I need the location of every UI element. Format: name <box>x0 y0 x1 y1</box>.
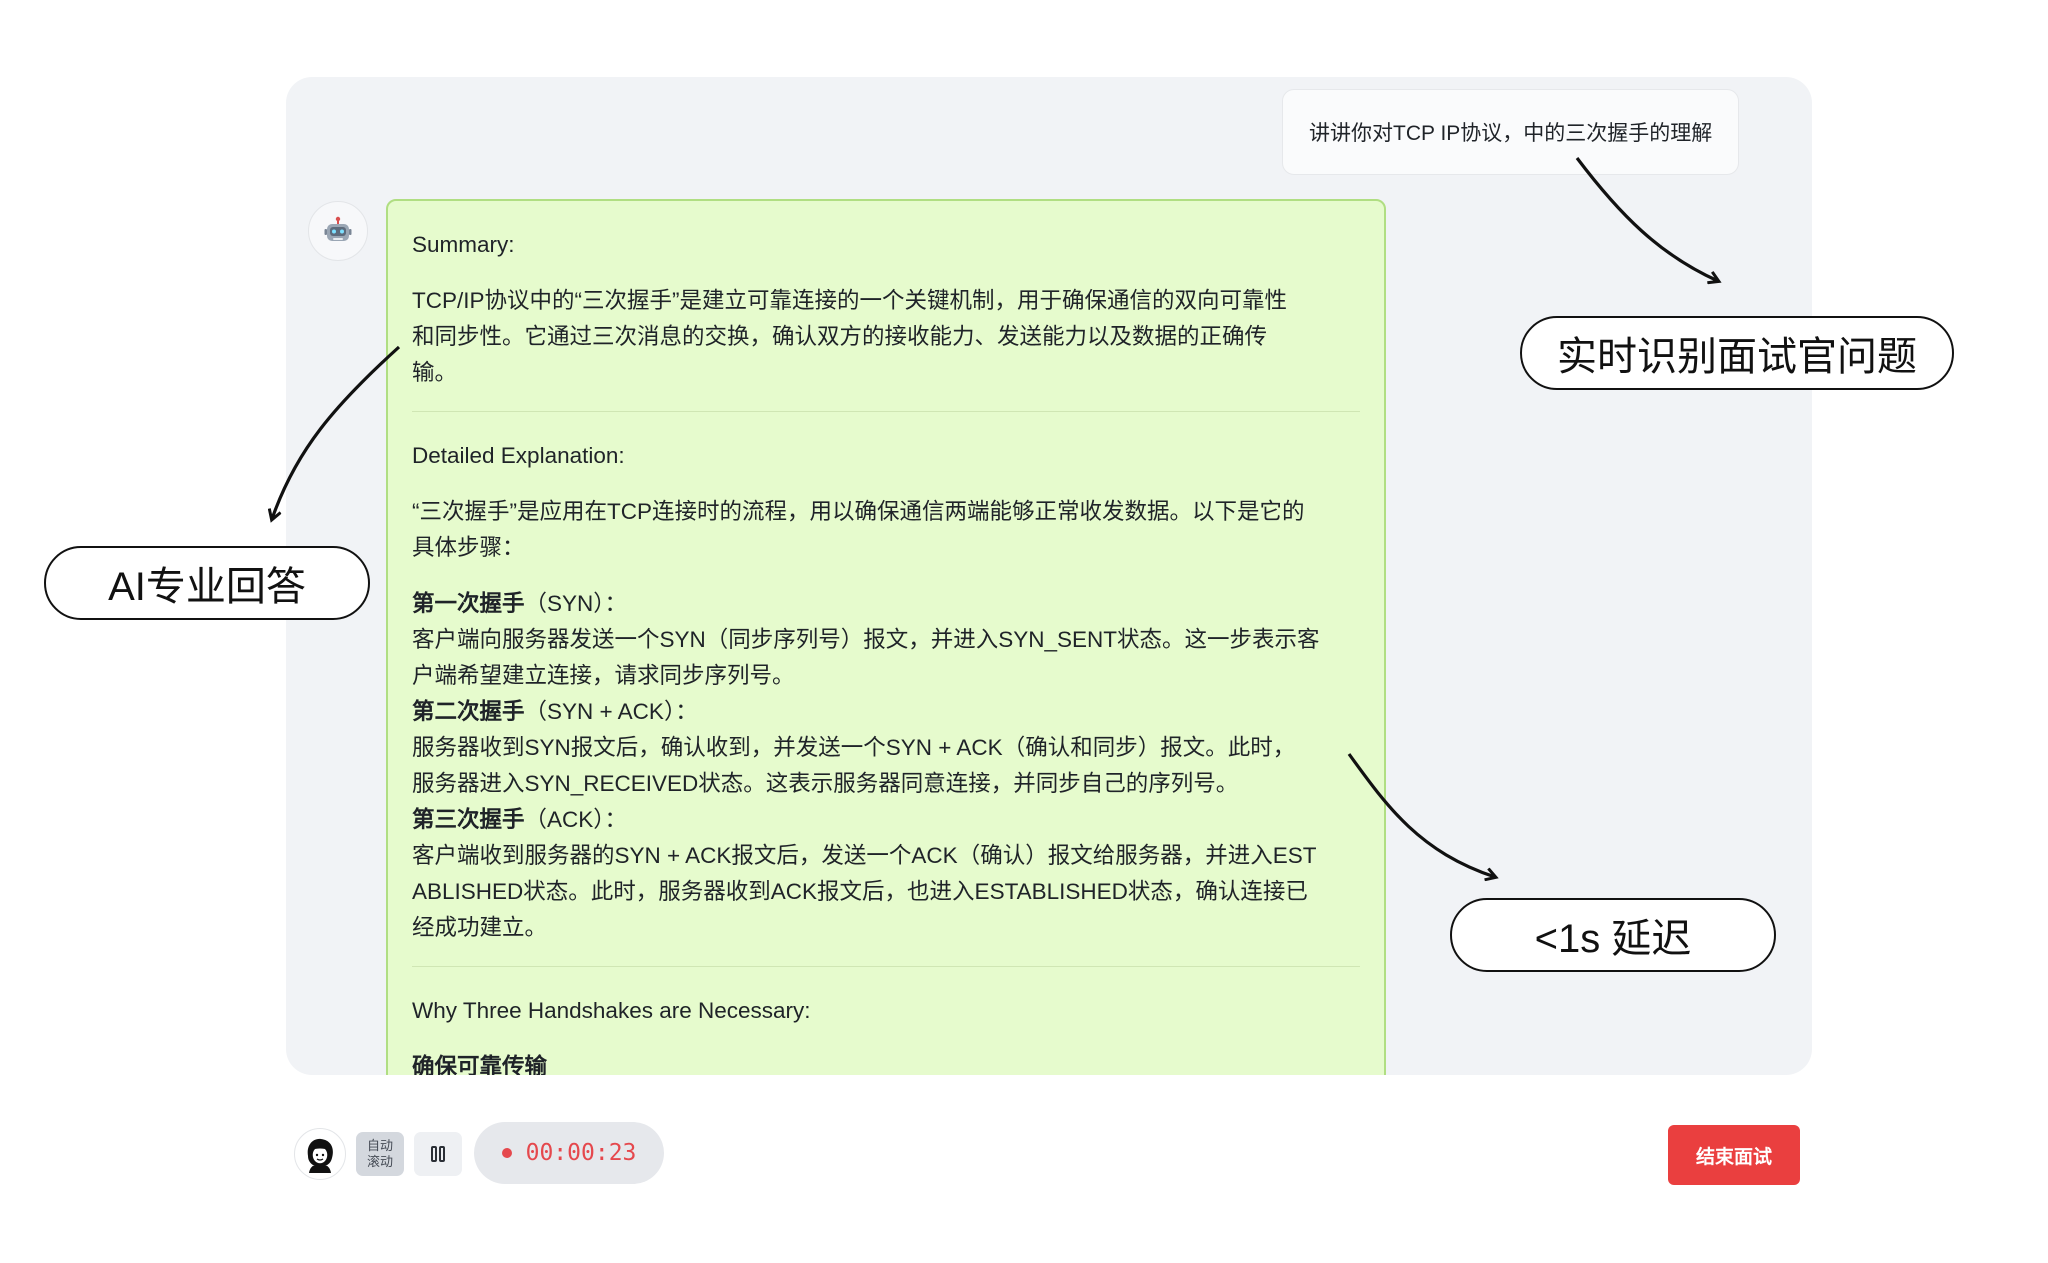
summary-line: 和同步性。它通过三次消息的交换，确认双方的接收能力、发送能力以及数据的正确传 <box>412 324 1268 349</box>
step-2-title: 第二次握手（SYN + ACK）： <box>412 699 698 724</box>
summary-line: TCP/IP协议中的“三次握手”是建立可靠连接的一个关键机制，用于确保通信的双向… <box>412 288 1287 313</box>
step-3-line: 客户端收到服务器的SYN + ACK报文后，发送一个ACK（确认）报文给服务器，… <box>412 843 1317 868</box>
interview-timer: 00:00:23 <box>474 1122 664 1184</box>
section-divider <box>412 966 1360 967</box>
cut-off-line: 确保可靠传输 <box>412 1054 548 1075</box>
detail-intro: “三次握手”是应用在TCP连接时的流程，用以确保通信两端能够正常收发数据。以下是… <box>412 494 1360 566</box>
step-3-line: 经成功建立。 <box>412 915 548 940</box>
step-1-title: 第一次握手（SYN）： <box>412 591 628 616</box>
summary-line: 输。 <box>412 360 458 385</box>
annotation-ai-answer: AI专业回答 <box>44 546 370 620</box>
user-avatar-icon <box>307 1138 333 1173</box>
robot-icon <box>324 216 352 241</box>
user-question-text: 讲讲你对TCP IP协议，中的三次握手的理解 <box>1309 122 1713 145</box>
step-1-line: 户端希望建立连接，请求同步序列号。 <box>412 663 795 688</box>
detail-heading: Detailed Explanation: <box>412 443 625 468</box>
annotation-latency: <1s 延迟 <box>1450 898 1776 972</box>
pause-icon <box>431 1146 445 1162</box>
step-3-title: 第三次握手（ACK）： <box>412 807 628 832</box>
end-interview-button[interactable]: 结束面试 <box>1668 1125 1800 1185</box>
summary-heading: Summary: <box>412 232 515 257</box>
bot-avatar <box>308 201 368 261</box>
why-heading: Why Three Handshakes are Necessary: <box>412 998 811 1023</box>
timer-text: 00:00:23 <box>525 1140 637 1166</box>
auto-scroll-toggle[interactable]: 自动 滚动 <box>356 1132 404 1176</box>
bottom-control-bar: 自动 滚动 00:00:23 结束面试 <box>0 1120 2048 1200</box>
step-1-line: 客户端向服务器发送一个SYN（同步序列号）报文，并进入SYN_SENT状态。这一… <box>412 627 1320 652</box>
handshake-steps: 第一次握手（SYN）： 客户端向服务器发送一个SYN（同步序列号）报文，并进入S… <box>412 586 1360 946</box>
detail-intro-line: 具体步骤： <box>412 535 525 560</box>
step-3-line: ABLISHED状态。此时，服务器收到ACK报文后，也进入ESTABLISHED… <box>412 879 1308 904</box>
user-avatar[interactable] <box>294 1128 346 1180</box>
summary-paragraph: TCP/IP协议中的“三次握手”是建立可靠连接的一个关键机制，用于确保通信的双向… <box>412 283 1360 391</box>
step-2-line: 服务器进入SYN_RECEIVED状态。这表示服务器同意连接，并同步自己的序列号… <box>412 771 1239 796</box>
section-divider <box>412 411 1360 412</box>
step-2-line: 服务器收到SYN报文后，确认收到，并发送一个SYN + ACK（确认和同步）报文… <box>412 735 1296 760</box>
ai-answer-card: Summary: TCP/IP协议中的“三次握手”是建立可靠连接的一个关键机制，… <box>386 199 1386 1075</box>
user-question-bubble: 讲讲你对TCP IP协议，中的三次握手的理解 <box>1282 89 1740 175</box>
annotation-realtime: 实时识别面试官问题 <box>1520 316 1954 390</box>
record-dot-icon <box>501 1148 512 1158</box>
detail-intro-line: “三次握手”是应用在TCP连接时的流程，用以确保通信两端能够正常收发数据。以下是… <box>412 499 1305 524</box>
pause-button[interactable] <box>414 1132 462 1176</box>
